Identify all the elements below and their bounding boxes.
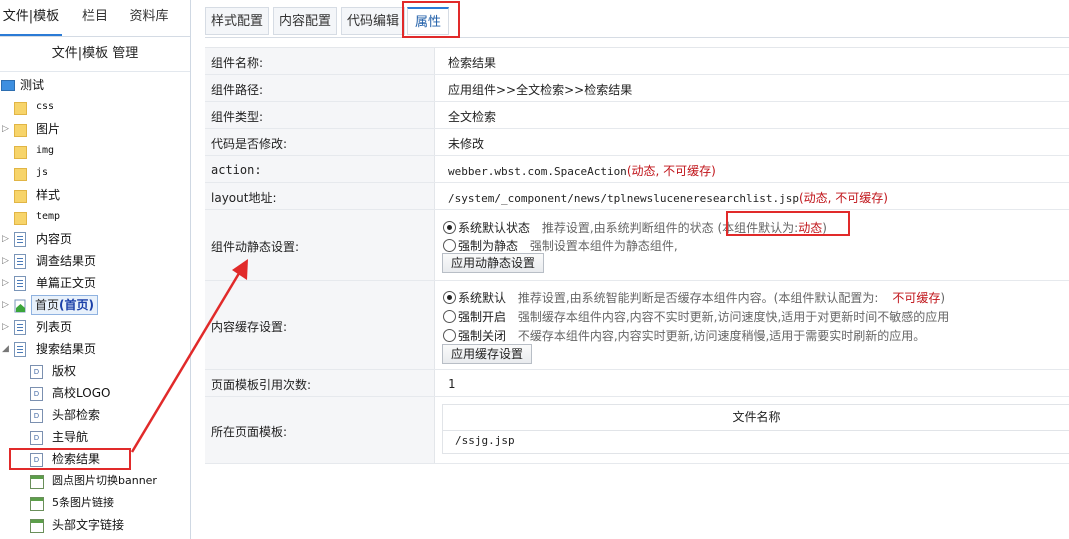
row-key: 组件名称:	[205, 48, 435, 74]
row-code-modified: 代码是否修改: 未修改	[205, 129, 1069, 156]
file-table-cell[interactable]: /ssjg.jsp	[455, 434, 515, 447]
tab-file-template[interactable]: 文件|模板	[0, 0, 62, 36]
page-icon	[14, 320, 26, 335]
radio-unchecked-icon[interactable]	[443, 310, 456, 323]
tree-item-css[interactable]: css	[0, 96, 190, 118]
radio-cache-force-on[interactable]: 强制开启 强制缓存本组件内容,内容不实时更新,访问速度快,适用于对更新时间不敏感…	[443, 308, 949, 325]
component-icon	[30, 497, 44, 511]
expand-arrow-icon[interactable]: ▷	[2, 272, 10, 294]
expand-arrow-icon[interactable]: ▷	[2, 294, 10, 316]
file-table-header: 文件名称	[443, 405, 1069, 431]
row-key: 代码是否修改:	[205, 129, 435, 155]
component-icon: D	[30, 365, 43, 379]
page-icon	[14, 254, 26, 269]
home-page-icon	[14, 298, 27, 313]
folder-icon	[14, 212, 27, 225]
component-icon	[30, 519, 44, 533]
row-key: 组件路径:	[205, 75, 435, 101]
row-component-type: 组件类型: 全文检索	[205, 102, 1069, 129]
annotation-box-properties-tab	[402, 1, 460, 38]
apply-cache-button[interactable]: 应用缓存设置	[442, 344, 533, 364]
monitor-icon	[1, 80, 15, 91]
folder-icon	[14, 168, 27, 181]
row-key: 组件动静态设置:	[205, 210, 435, 280]
tree-item-head-text-links[interactable]: 头部文字链接	[0, 514, 190, 536]
tree-item-copyright[interactable]: D 版权	[0, 360, 190, 382]
file-table: 文件名称 /ssjg.jsp	[442, 404, 1069, 454]
annotation-box-search-result	[9, 448, 131, 470]
expand-arrow-icon[interactable]: ▷	[2, 250, 10, 272]
page-icon	[14, 276, 26, 291]
tree-item-head-search[interactable]: D 头部检索	[0, 404, 190, 426]
radio-unchecked-icon[interactable]	[443, 329, 456, 342]
tree-item-survey-page[interactable]: ▷ 调查结果页	[0, 250, 190, 272]
expand-arrow-icon[interactable]: ▷	[2, 118, 10, 140]
tree-item-five-links[interactable]: 5条图片链接	[0, 492, 190, 514]
tab-code-edit[interactable]: 代码编辑	[341, 7, 405, 35]
tab-divider	[205, 37, 1069, 38]
component-icon: D	[30, 431, 43, 445]
tree-item-img[interactable]: img	[0, 140, 190, 162]
tree-item-main-nav[interactable]: D 主导航	[0, 426, 190, 448]
tree-item-content-page[interactable]: ▷ 内容页	[0, 228, 190, 250]
component-icon: D	[30, 409, 43, 423]
row-page-template: 所在页面模板: 文件名称 /ssjg.jsp	[205, 397, 1069, 464]
tree-item-root[interactable]: 测试	[0, 74, 190, 96]
tree-item-single-page[interactable]: ▷ 单篇正文页	[0, 272, 190, 294]
folder-icon	[14, 124, 27, 137]
apply-dynamic-static-button[interactable]: 应用动静态设置	[442, 253, 545, 273]
tab-library[interactable]: 资料库	[124, 0, 174, 34]
radio-unchecked-icon[interactable]	[443, 239, 456, 252]
tree-item-style[interactable]: 样式	[0, 184, 190, 206]
tree-item-logo[interactable]: D 高校LOGO	[0, 382, 190, 404]
page-icon	[14, 342, 26, 357]
expand-arrow-icon[interactable]: ▷	[2, 228, 10, 250]
home-page-selected: 首页(首页)	[31, 295, 98, 315]
radio-checked-icon[interactable]	[443, 221, 456, 234]
tree-item-search-page[interactable]: ◢ 搜索结果页	[0, 338, 190, 360]
folder-icon	[14, 146, 27, 159]
folder-gear-icon	[14, 190, 27, 203]
left-tabs: 文件|模板 栏目 资料库	[0, 0, 190, 37]
collapse-arrow-icon[interactable]: ◢	[2, 338, 10, 360]
radio-cache-system-default[interactable]: 系统默认 推荐设置,由系统智能判断是否缓存本组件内容。(本组件默认配置为: 不可缓…	[443, 289, 945, 306]
properties-table: 组件名称: 检索结果 组件路径: 应用组件>>全文检索>>检索结果 组件类型: …	[205, 47, 1069, 464]
row-key: 组件类型:	[205, 102, 435, 128]
row-key: 内容缓存设置:	[205, 281, 435, 369]
row-action: action: webber.wbst.com.SpaceAction(动态, …	[205, 156, 1069, 183]
tree-item-js[interactable]: js	[0, 162, 190, 184]
tree-item-home-page[interactable]: ▷ 首页(首页)	[0, 294, 190, 316]
row-dynamic-static: 组件动静态设置: 系统默认状态 推荐设置,由系统判断组件的状态 (本组件默认为:…	[205, 210, 1069, 281]
component-icon: D	[30, 387, 43, 401]
tree-item-banner[interactable]: 圆点图片切换banner	[0, 470, 190, 492]
tab-column[interactable]: 栏目	[78, 0, 112, 34]
radio-force-static[interactable]: 强制为静态 强制设置本组件为静态组件,	[443, 237, 678, 254]
annotation-box-default-dynamic	[726, 211, 850, 236]
row-reference-count: 页面模板引用次数: 1	[205, 370, 1069, 397]
tab-content-config[interactable]: 内容配置	[273, 7, 337, 35]
row-cache: 内容缓存设置: 系统默认 推荐设置,由系统智能判断是否缓存本组件内容。(本组件默…	[205, 281, 1069, 370]
radio-checked-icon[interactable]	[443, 291, 456, 304]
row-key: 所在页面模板:	[205, 397, 435, 463]
radio-cache-force-off[interactable]: 强制关闭 不缓存本组件内容,内容实时更新,访问速度稍慢,适用于需要实时刷新的应用…	[443, 327, 925, 344]
component-icon	[30, 475, 44, 489]
row-component-path: 组件路径: 应用组件>>全文检索>>检索结果	[205, 75, 1069, 102]
row-key: 页面模板引用次数:	[205, 370, 435, 396]
file-template-manager-button[interactable]: 文件|模板 管理	[0, 37, 190, 72]
expand-arrow-icon[interactable]: ▷	[2, 316, 10, 338]
page-icon	[14, 232, 26, 247]
tree-item-temp[interactable]: temp	[0, 206, 190, 228]
row-key: layout地址:	[205, 183, 435, 209]
tree-item-list-page[interactable]: ▷ 列表页	[0, 316, 190, 338]
row-component-name: 组件名称: 检索结果	[205, 48, 1069, 75]
tree-item-pics[interactable]: ▷ 图片	[0, 118, 190, 140]
tab-style-config[interactable]: 样式配置	[205, 7, 269, 35]
row-key: action:	[205, 156, 435, 182]
row-layout: layout地址: /system/_component/news/tplnew…	[205, 183, 1069, 210]
folder-icon	[14, 102, 27, 115]
